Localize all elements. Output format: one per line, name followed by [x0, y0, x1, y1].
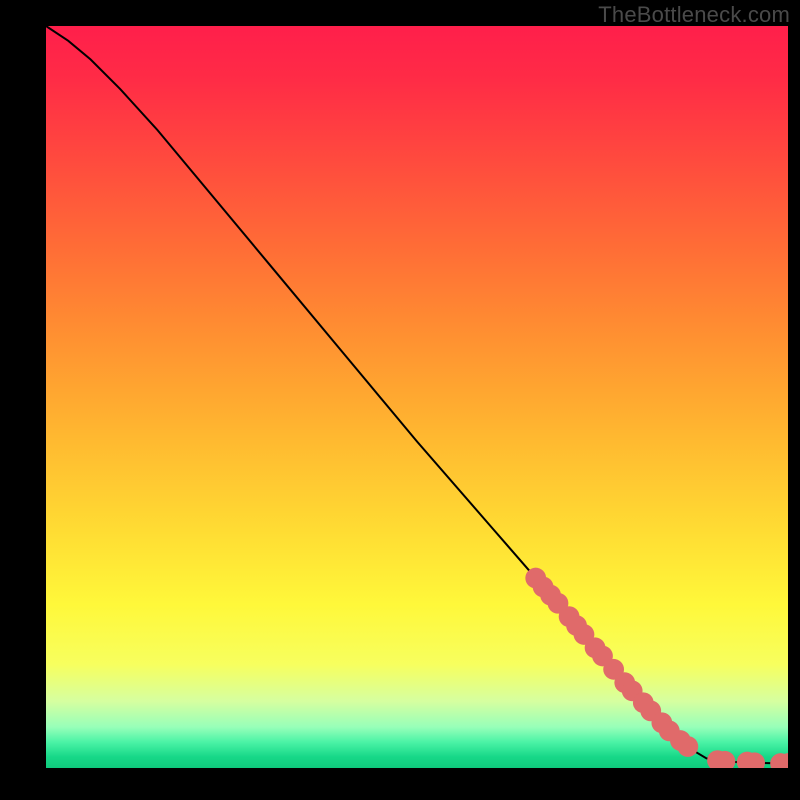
chart-svg: [46, 26, 788, 768]
gradient-background: [46, 26, 788, 768]
chart-frame: TheBottleneck.com: [0, 0, 800, 800]
data-marker: [677, 736, 698, 757]
watermark-text: TheBottleneck.com: [598, 2, 790, 28]
plot-area: [46, 26, 788, 768]
